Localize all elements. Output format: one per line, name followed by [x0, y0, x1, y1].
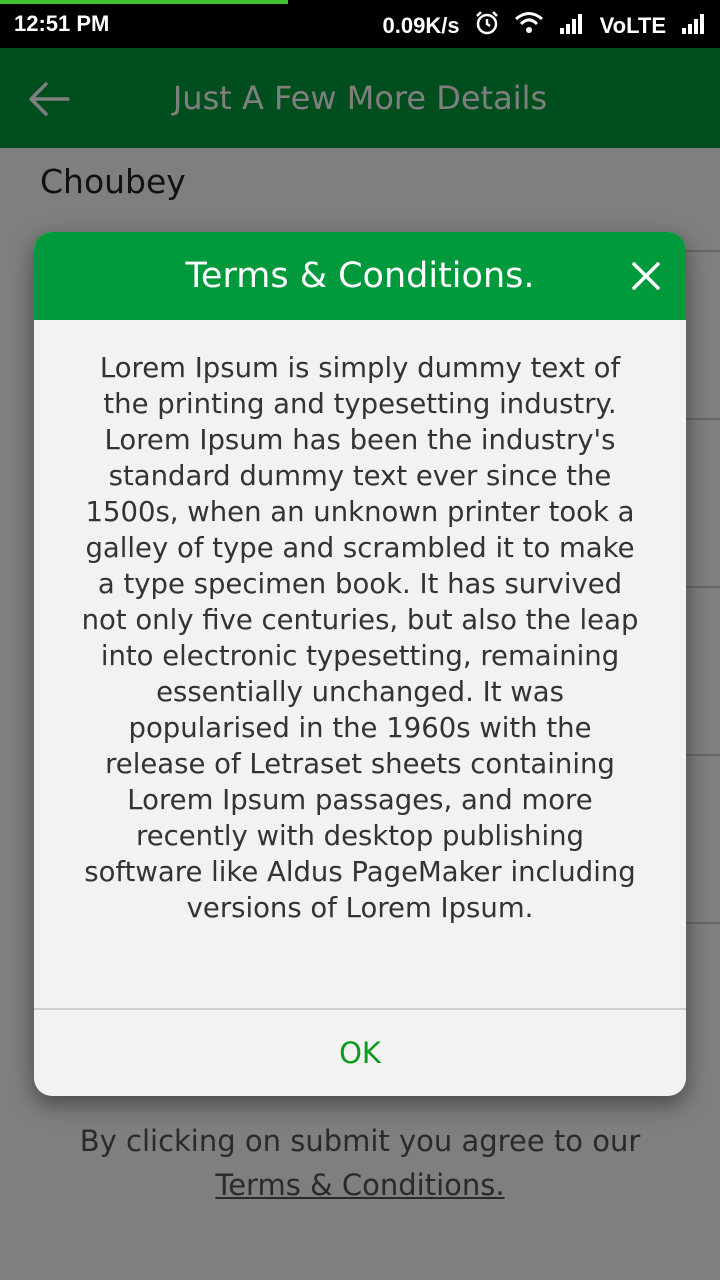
network-type-label: VoLTE — [599, 13, 666, 38]
terms-dialog: Terms & Conditions. Lorem Ipsum is simpl… — [34, 232, 686, 1096]
status-time: 12:51 PM — [14, 11, 110, 36]
network-speed: 0.09K/s — [382, 13, 460, 38]
loading-progress-bar — [0, 0, 288, 4]
dialog-header: Terms & Conditions. — [34, 232, 686, 320]
dialog-body-text: Lorem Ipsum is simply dummy text of the … — [81, 352, 639, 924]
ok-button[interactable]: OK — [34, 1010, 686, 1096]
alarm-icon — [474, 10, 500, 42]
close-icon[interactable] — [628, 258, 664, 294]
wifi-icon — [514, 11, 544, 41]
signal-icon — [680, 12, 708, 40]
status-bar: 12:51 PM 0.09K/s VoLTE — [0, 0, 720, 48]
status-icons: 0.09K/s VoLTE — [383, 10, 708, 42]
signal-icon — [558, 12, 586, 40]
dialog-title: Terms & Conditions. — [185, 256, 535, 296]
